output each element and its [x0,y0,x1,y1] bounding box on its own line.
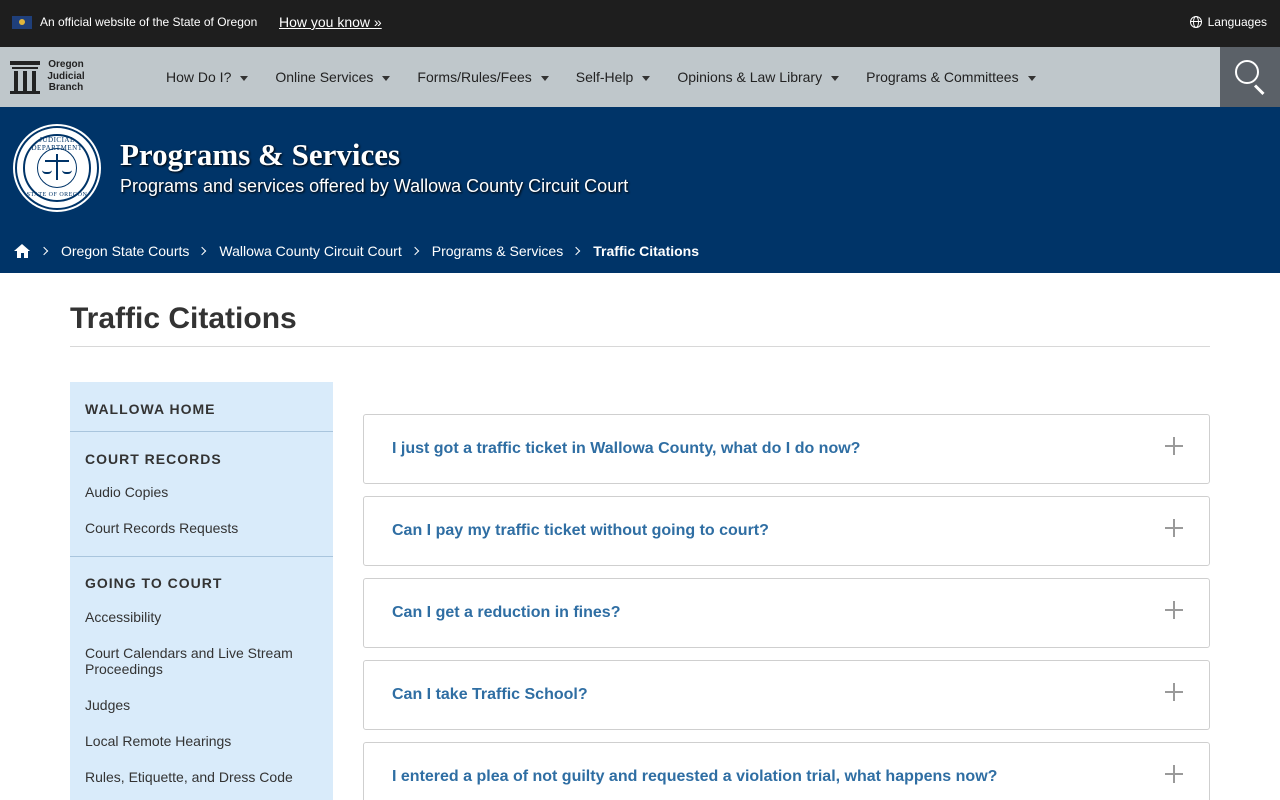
accordion-item[interactable]: Can I get a reduction in fines? [363,578,1210,648]
chevron-right-icon [39,246,49,256]
plus-icon [1165,683,1183,701]
sidebar-heading-court-records: COURT RECORDS [85,451,222,467]
plus-icon [1165,437,1183,455]
hero-subtitle: Programs and services offered by Wallowa… [120,176,629,196]
caret-down-icon [1027,76,1036,81]
accordion-item[interactable]: Can I pay my traffic ticket without goin… [363,496,1210,566]
nav-item-programs-committees[interactable]: Programs & Committees [866,69,1036,85]
sidebar-item-court-calendars[interactable]: Court Calendars and Live Stream Proceedi… [70,645,333,697]
page-title: Traffic Citations [70,302,297,335]
divider [70,346,1210,347]
nav-item-label: Opinions & Law Library [677,69,823,85]
sidebar: WALLOWA HOME COURT RECORDS Audio Copies … [70,382,333,800]
nav-item-label: Forms/Rules/Fees [417,69,532,85]
official-banner: An official website of the State of Oreg… [0,0,1280,47]
accordion-question: Can I take Traffic School? [392,686,588,703]
languages-button[interactable]: Languages [1189,15,1267,29]
home-icon[interactable] [14,243,31,259]
search-button[interactable] [1220,47,1280,107]
sidebar-item-wallowa-home[interactable]: WALLOWA HOME [70,382,333,431]
sidebar-item-rules-etiquette[interactable]: Rules, Etiquette, and Dress Code [70,769,333,800]
accordion-question: I just got a traffic ticket in Wallowa C… [392,440,861,457]
accordion-item[interactable]: Can I take Traffic School? [363,660,1210,730]
plus-icon [1165,601,1183,619]
plus-icon [1165,765,1183,783]
caret-down-icon [831,76,840,81]
accordion-item[interactable]: I just got a traffic ticket in Wallowa C… [363,414,1210,484]
chevron-right-icon [571,246,581,256]
how-you-know-link[interactable]: How you know » [279,14,382,30]
nav-item-label: Online Services [275,69,374,85]
caret-down-icon [382,76,391,81]
nav-item-label: Programs & Committees [866,69,1019,85]
accordion-question: Can I get a reduction in fines? [392,604,621,621]
oregon-judicial-branch-logo[interactable]: Oregon Judicial Branch [8,59,88,95]
nav-menu: How Do I? Online Services Forms/Rules/Fe… [166,69,1063,85]
chevron-right-icon [198,246,207,256]
breadcrumb: Oregon State Courts Wallowa County Circu… [14,243,699,259]
breadcrumb-wallowa-county-circuit-court[interactable]: Wallowa County Circuit Court [219,243,401,259]
plus-icon [1165,519,1183,537]
accordion-question: Can I pay my traffic ticket without goin… [392,522,769,539]
globe-icon [1189,16,1202,28]
nav-item-how-do-i[interactable]: How Do I? [166,69,249,85]
official-site-text: An official website of the State of Oreg… [40,15,258,29]
sidebar-item-judges[interactable]: Judges [70,697,333,733]
sidebar-item-local-remote-hearings[interactable]: Local Remote Hearings [70,733,333,769]
oregon-flag-icon [12,16,32,29]
page-hero: JUDICIAL DEPARTMENT STATE OF OREGON Prog… [0,107,1280,273]
nav-item-opinions-law-library[interactable]: Opinions & Law Library [677,69,840,85]
breadcrumb-oregon-state-courts[interactable]: Oregon State Courts [61,243,189,259]
chevron-right-icon [410,246,419,256]
nav-item-forms-rules-fees[interactable]: Forms/Rules/Fees [417,69,549,85]
logo-text: Oregon Judicial Branch [47,59,85,93]
nav-item-label: How Do I? [166,69,232,85]
sidebar-heading-going-to-court: GOING TO COURT [85,575,223,591]
caret-down-icon [240,76,249,81]
nav-item-online-services[interactable]: Online Services [275,69,391,85]
courthouse-icon [10,61,40,94]
caret-down-icon [540,76,549,81]
nav-item-label: Self-Help [575,69,634,85]
sidebar-item-court-records-requests[interactable]: Court Records Requests [70,520,333,556]
sidebar-item-audio-copies[interactable]: Audio Copies [70,484,333,520]
hero-title: Programs & Services [120,137,401,172]
search-icon [1235,60,1259,84]
sidebar-item-accessibility[interactable]: Accessibility [70,609,333,645]
caret-down-icon [642,76,651,81]
breadcrumb-current: Traffic Citations [593,243,700,259]
accordion-item[interactable]: I entered a plea of not guilty and reque… [363,742,1210,800]
main-nav: Oregon Judicial Branch How Do I? Online … [0,47,1280,107]
judicial-department-seal: JUDICIAL DEPARTMENT STATE OF OREGON [15,126,99,210]
accordion-question: I entered a plea of not guilty and reque… [392,768,998,785]
nav-item-self-help[interactable]: Self-Help [576,69,651,85]
languages-label: Languages [1207,15,1267,29]
breadcrumb-programs-services[interactable]: Programs & Services [432,243,563,259]
